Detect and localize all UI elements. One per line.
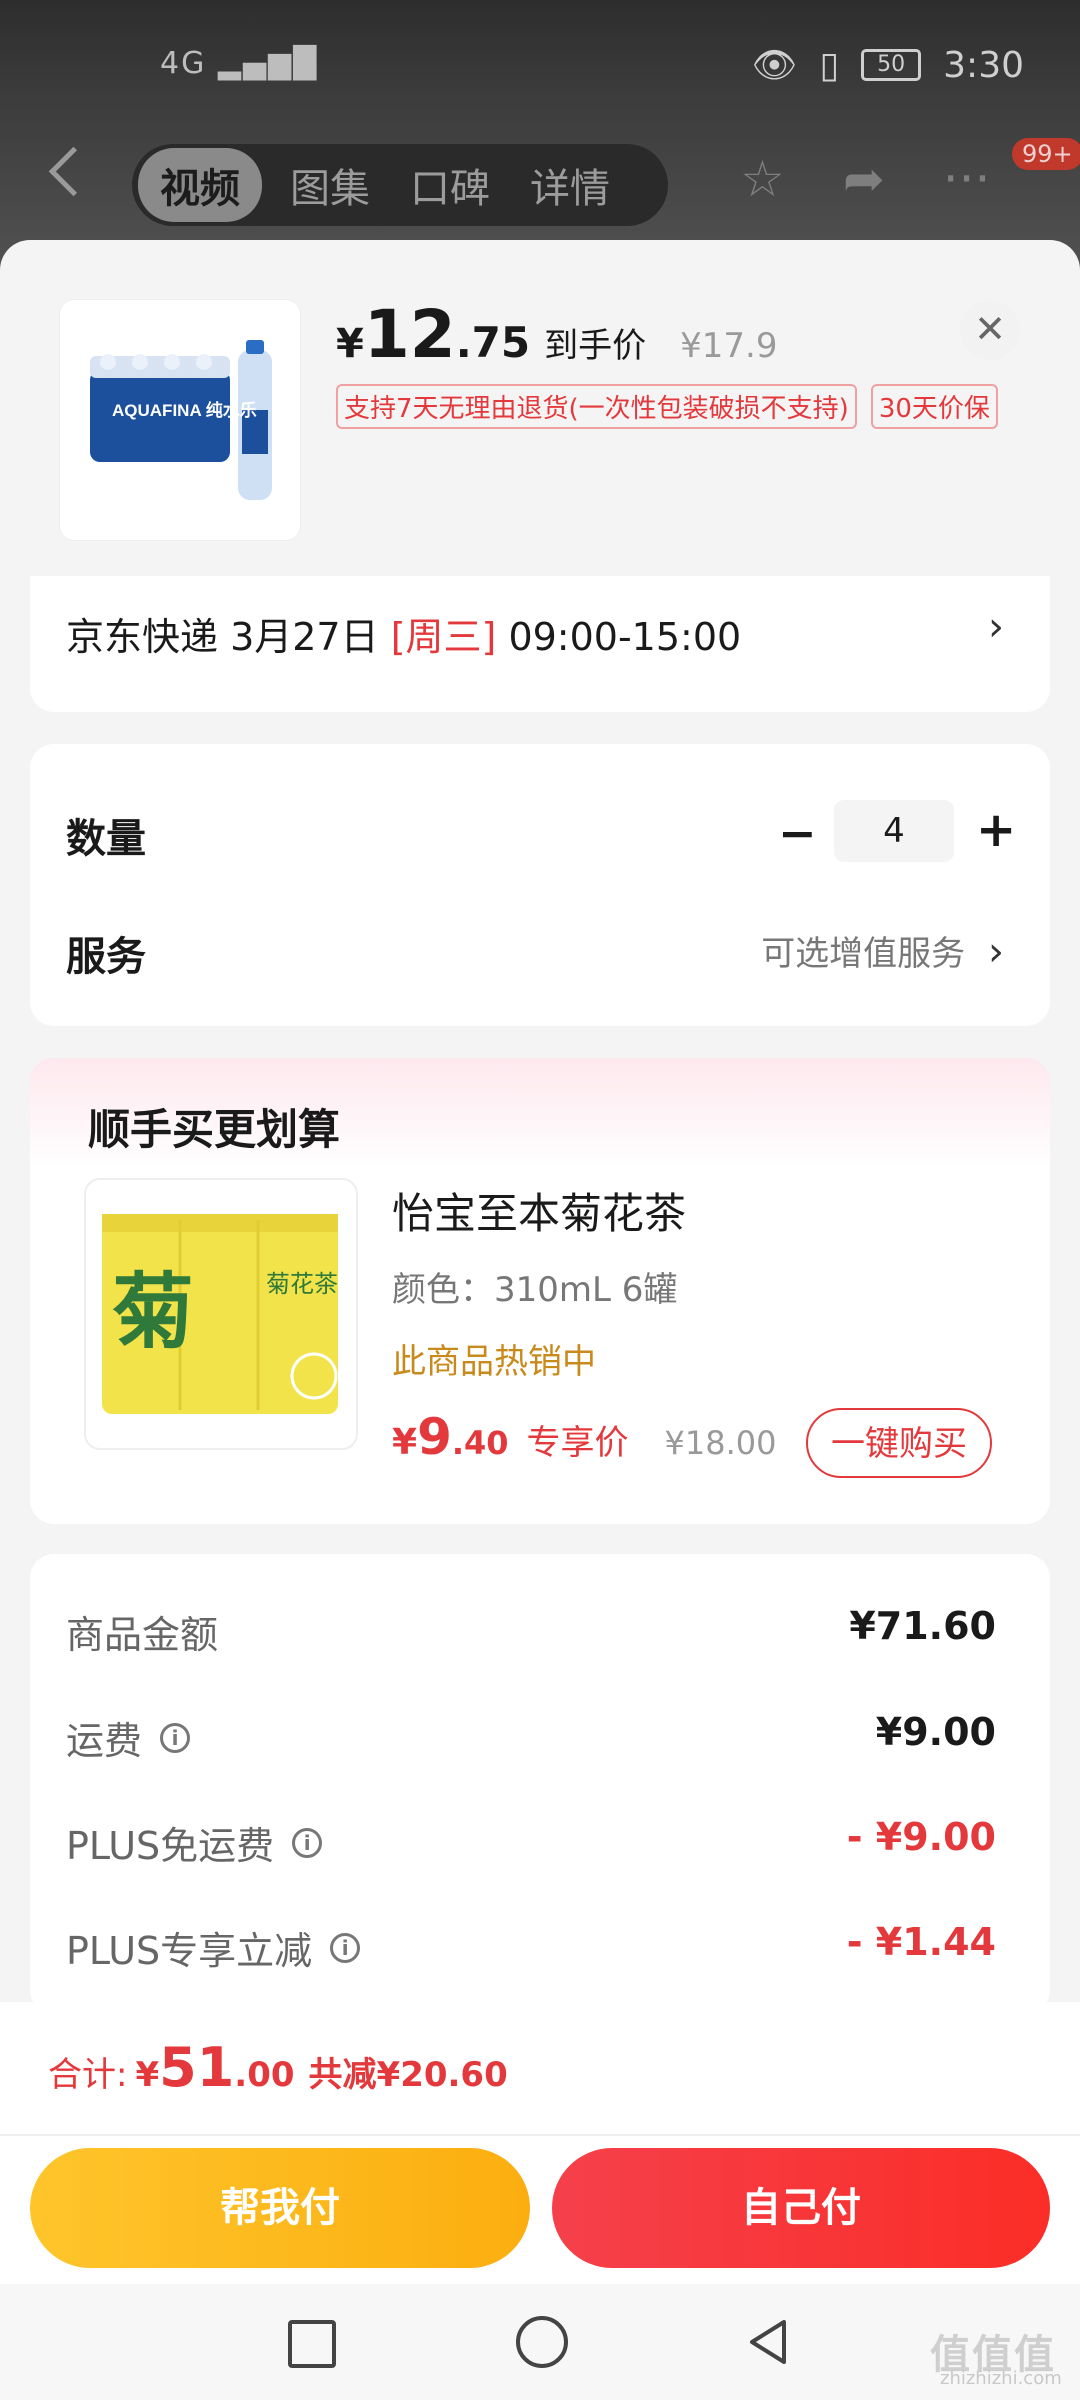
delivery-info: 京东快递 3月27日 [周三] 09:00-15:00 bbox=[66, 615, 742, 659]
upsell-spec: 颜色：310mL 6罐 bbox=[392, 1270, 678, 1310]
message-badge: 99+ bbox=[1012, 138, 1080, 170]
product-nav-bar: 视频 图集 口碑 详情 ☆ ➦ ··· 99+ bbox=[0, 138, 1080, 230]
back-nav-icon[interactable] bbox=[746, 2318, 790, 2366]
return-policy-tag: 支持7天无理由退货(一次性包装破损不支持) bbox=[336, 384, 857, 429]
star-icon[interactable]: ☆ bbox=[740, 150, 785, 208]
summary-label-text: PLUS免运费 bbox=[66, 1824, 275, 1868]
upsell-thumbnail[interactable]: 菊 菊花茶 bbox=[84, 1178, 358, 1450]
upsell-image-label: 菊花茶 bbox=[266, 1270, 338, 1298]
home-icon[interactable] bbox=[516, 2316, 568, 2368]
upsell-price-label: 专享价 bbox=[526, 1423, 629, 1463]
options-card bbox=[30, 744, 1050, 1026]
nav-actions: ☆ ➦ ··· bbox=[740, 150, 990, 208]
original-price: ¥17.9 bbox=[680, 326, 778, 366]
chevron-right-icon: › bbox=[988, 929, 1004, 975]
info-icon[interactable]: i bbox=[330, 1932, 361, 1963]
watermark-url: zhizhizhi.com bbox=[940, 2368, 1062, 2389]
quantity-input[interactable]: 4 bbox=[834, 800, 954, 862]
upsell-price: ¥ 9 .40 专享价 ¥18.00 bbox=[392, 1408, 777, 1466]
delivery-weekday: [周三] bbox=[390, 615, 497, 659]
product-image-label: AQUAFINA 纯水乐 bbox=[112, 400, 257, 420]
one-click-buy-button[interactable]: 一键购买 bbox=[806, 1408, 992, 1478]
pay-myself-button[interactable]: 自己付 bbox=[552, 2148, 1050, 2268]
status-bar: 4G ▂▄▆█ 👁 ▯ 50 3:30 bbox=[0, 0, 1080, 130]
close-icon: ✕ bbox=[974, 307, 1006, 351]
summary-row-value: - ¥1.44 bbox=[846, 1920, 996, 1964]
upsell-hot-label: 此商品热销中 bbox=[392, 1342, 596, 1382]
battery-icon: 50 bbox=[861, 49, 922, 81]
close-button[interactable]: ✕ bbox=[960, 300, 1020, 360]
service-label: 服务 bbox=[66, 934, 146, 980]
vibrate-icon: ▯ bbox=[819, 44, 840, 86]
help-me-pay-button[interactable]: 帮我付 bbox=[30, 2148, 530, 2268]
info-icon[interactable]: i bbox=[292, 1827, 323, 1858]
chevron-right-icon[interactable]: › bbox=[988, 604, 1004, 650]
total-label: 合计: bbox=[48, 2055, 128, 2095]
svg-text:菊: 菊 bbox=[112, 1264, 194, 1360]
recent-apps-icon[interactable] bbox=[288, 2320, 336, 2368]
price-protect-tag: 30天价保 bbox=[870, 384, 998, 429]
signal-indicator: 4G ▂▄▆█ bbox=[160, 46, 319, 81]
summary-row-value: - ¥9.00 bbox=[846, 1815, 996, 1859]
summary-row-value: ¥9.00 bbox=[875, 1710, 996, 1754]
divider bbox=[0, 2134, 1080, 2136]
summary-label-text: PLUS专享立减 bbox=[66, 1929, 313, 1973]
tab-reviews[interactable]: 口碑 bbox=[410, 156, 490, 214]
upsell-title: 顺手买更划算 bbox=[88, 1105, 341, 1154]
quantity-minus-button[interactable]: − bbox=[778, 806, 817, 860]
upsell-original-price: ¥18.00 bbox=[664, 1424, 777, 1462]
summary-row-label: 商品金额 bbox=[66, 1604, 218, 1659]
summary-label-text: 商品金额 bbox=[66, 1613, 219, 1657]
tab-gallery[interactable]: 图集 bbox=[290, 156, 370, 214]
share-icon[interactable]: ➦ bbox=[843, 150, 885, 208]
back-icon[interactable] bbox=[48, 146, 99, 197]
eye-icon: 👁 bbox=[751, 45, 798, 86]
status-right: 👁 ▯ 50 3:30 bbox=[751, 44, 1024, 87]
service-tags: 支持7天无理由退货(一次性包装破损不支持) 30天价保 bbox=[336, 384, 998, 429]
nav-tab-group: 视频 图集 口碑 详情 bbox=[132, 144, 668, 226]
service-selector[interactable]: 可选增值服务 › bbox=[761, 926, 1004, 975]
tab-video[interactable]: 视频 bbox=[138, 148, 262, 222]
quantity-label: 数量 bbox=[66, 816, 146, 862]
clock: 3:30 bbox=[943, 44, 1024, 86]
product-thumbnail: AQUAFINA 纯水乐 bbox=[60, 300, 300, 540]
info-icon[interactable]: i bbox=[160, 1722, 191, 1753]
total-saved: 共减¥20.60 bbox=[308, 2055, 508, 2095]
summary-row-value: ¥71.60 bbox=[849, 1604, 996, 1648]
tab-details[interactable]: 详情 bbox=[530, 156, 610, 214]
total-amount: 合计: ¥ 51 .00 共减¥20.60 bbox=[48, 2036, 508, 2099]
summary-row-label: 运费 i bbox=[66, 1710, 191, 1765]
quantity-plus-button[interactable]: + bbox=[976, 802, 1016, 858]
summary-row-label: PLUS专享立减 i bbox=[66, 1920, 361, 1975]
price-label: 到手价 bbox=[544, 326, 647, 366]
upsell-product-name[interactable]: 怡宝至本菊花茶 bbox=[392, 1180, 686, 1241]
summary-row-label: PLUS免运费 i bbox=[66, 1815, 323, 1870]
more-icon[interactable]: ··· bbox=[943, 150, 991, 208]
product-price: ¥ 12 .75 到手价 ¥17.9 bbox=[336, 296, 778, 373]
summary-label-text: 运费 bbox=[66, 1719, 143, 1763]
